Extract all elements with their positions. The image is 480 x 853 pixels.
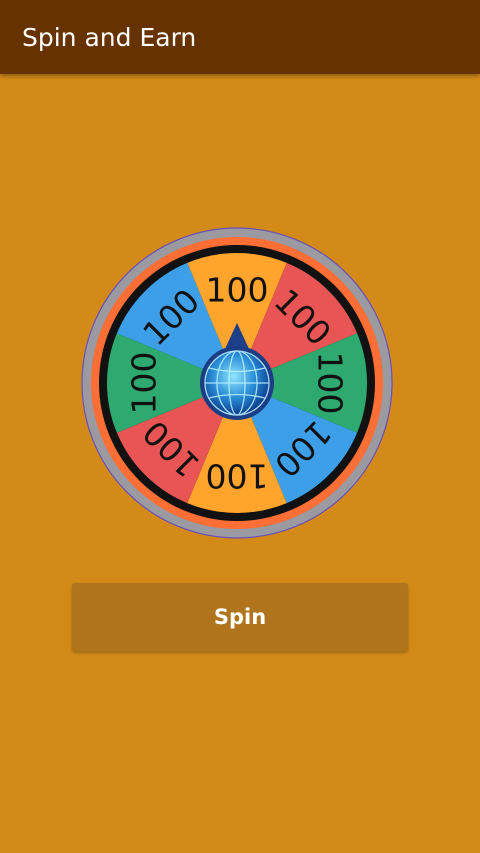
wheel-segment-label: 100	[125, 352, 164, 415]
spin-wheel[interactable]: 100 100 100 100 100 100 100 100	[81, 227, 393, 539]
globe-icon	[200, 346, 274, 420]
app-title: Spin and Earn	[22, 23, 197, 52]
spin-wheel-graphic: 100100100100100100100100	[81, 227, 393, 539]
app-bar: Spin and Earn	[0, 0, 480, 74]
wheel-segment-label: 100	[311, 352, 350, 415]
spin-button[interactable]: Spin	[72, 583, 408, 651]
wheel-segment-label: 100	[206, 271, 269, 310]
wheel-segment-label: 100	[206, 457, 269, 496]
